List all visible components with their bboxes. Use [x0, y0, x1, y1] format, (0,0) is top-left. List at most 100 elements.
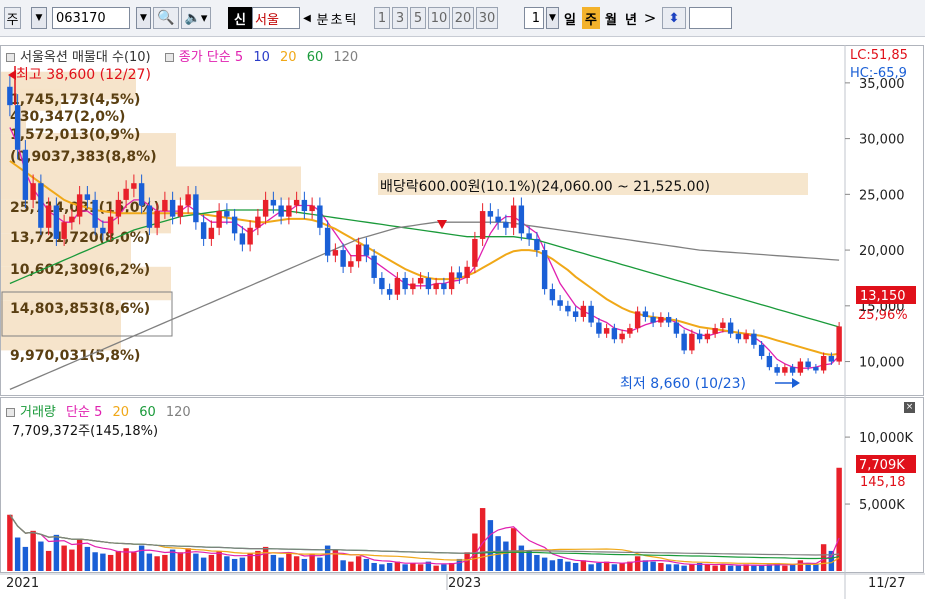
interval-30-button[interactable]: 30: [476, 7, 498, 29]
candle-body: [751, 333, 757, 345]
volume-bar: [487, 520, 494, 571]
candle-body: [487, 211, 494, 217]
volume-bar: [658, 562, 664, 571]
volume-bar: [549, 560, 556, 571]
search-icon[interactable]: 🔍: [153, 7, 179, 29]
volume-bar: [813, 564, 819, 571]
interval-10-button[interactable]: 10: [428, 7, 450, 29]
volume-profile-group: 1,745,173(4,5%)430,347(2,0%) 1,572,013(0,…: [1, 71, 808, 364]
volume-bar: [402, 564, 408, 571]
volume-profile-label: 10,602,309(6,2%): [10, 262, 150, 278]
volume-legend-toggle-icon[interactable]: [6, 408, 15, 417]
volume-profile-label: 1,572,013(0,9%): [10, 127, 140, 143]
candle-body: [534, 238, 540, 251]
candle-body: [673, 322, 680, 334]
candle-body: [720, 322, 726, 329]
ma60-label: 60: [306, 50, 324, 65]
volume-bar: [681, 565, 687, 571]
period-tick-button[interactable]: 틱: [344, 7, 357, 29]
tab-year[interactable]: 년: [622, 7, 640, 29]
stock-code-input[interactable]: 063170: [52, 7, 130, 29]
candle-body: [805, 361, 811, 368]
candle-body: [394, 277, 401, 295]
candle-body: [363, 244, 370, 256]
volume-bar: [371, 562, 377, 571]
candle-body: [456, 272, 463, 278]
volume-profile-label: (0,9037,383(8,8%): [10, 149, 157, 165]
period-minute-button[interactable]: 분: [316, 7, 329, 29]
code-dropdown-icon[interactable]: ▼: [136, 7, 151, 29]
tab-month[interactable]: 월: [602, 7, 620, 29]
volume-bar: [53, 534, 60, 571]
volume-bar: [557, 558, 563, 571]
low-arrow-icon: [792, 378, 800, 388]
period-second-button[interactable]: 초: [330, 7, 343, 29]
stock-name-field[interactable]: 서울: [252, 7, 300, 29]
candle-body: [386, 289, 393, 295]
interval-20-button[interactable]: 20: [452, 7, 474, 29]
market-label: 주: [6, 12, 19, 28]
volume-bar: [410, 562, 416, 571]
price-panel-title: 서울옥션 매물대 수(10): [20, 50, 151, 65]
volume-bar: [650, 561, 656, 571]
candle-body: [766, 355, 773, 368]
updown-arrow-icon[interactable]: ⬍: [662, 7, 686, 29]
candle-body: [441, 283, 447, 290]
candle-body: [425, 277, 432, 290]
candle-body: [348, 261, 354, 267]
candle-body: [782, 367, 788, 373]
volume-bar: [572, 562, 579, 571]
candle-body: [410, 283, 416, 290]
candle-body: [557, 300, 563, 306]
close-volume-panel-icon[interactable]: ×: [904, 402, 915, 413]
market-selector[interactable]: 주: [4, 7, 21, 29]
volume-ma120-line: [9, 514, 840, 556]
volume-group: [7, 467, 842, 571]
interval-3-button[interactable]: 3: [392, 7, 408, 29]
tab-day[interactable]: 일: [562, 7, 578, 29]
last-volume-text: 7,709,372주(145,18%): [12, 424, 159, 439]
extra-input[interactable]: [689, 7, 732, 29]
volume-bar: [355, 556, 362, 571]
price-tick-label: 20,000: [859, 244, 905, 259]
candle-body: [658, 316, 664, 323]
interval-1-button[interactable]: 1: [374, 7, 390, 29]
count-input[interactable]: 1: [524, 7, 544, 29]
candle-body: [14, 105, 21, 150]
volume-bar: [619, 562, 625, 571]
next-arrow-icon[interactable]: >: [643, 7, 657, 29]
stock-chart[interactable]: 1,745,173(4,5%)430,347(2,0%) 1,572,013(0,…: [0, 37, 925, 599]
candle-body: [627, 328, 633, 334]
volume-bar: [61, 545, 67, 571]
ma-legend-toggle-icon[interactable]: [164, 53, 174, 62]
volume-bar: [820, 544, 827, 571]
volume-bar: [30, 530, 36, 571]
high-annotation: 최고 38,600 (12/27): [16, 67, 151, 83]
candle-body: [247, 227, 253, 245]
candle-body: [309, 205, 315, 212]
volume-bar: [758, 565, 765, 571]
candle-body: [836, 326, 842, 362]
candle-body: [565, 305, 571, 312]
x-label-2021: 2021: [6, 576, 39, 591]
price-legend-toggle-icon[interactable]: [6, 53, 15, 62]
dividend-annotation: 배당락600.00원(10.1%)(24,060.00 ~ 21,525.00): [380, 179, 710, 195]
volume-bar: [510, 528, 517, 571]
count-dropdown-icon[interactable]: ▼: [546, 7, 559, 29]
volume-bar: [239, 557, 246, 571]
prev-arrow-icon[interactable]: ◀: [301, 7, 313, 29]
market-dropdown-icon[interactable]: ▼: [31, 7, 47, 29]
ma5-label: 5: [234, 50, 244, 65]
price-tick-label: 10,000: [859, 356, 905, 371]
volume-bar: [379, 564, 385, 571]
candle-body: [30, 183, 36, 200]
candle-body: [146, 205, 153, 228]
interval-5-button[interactable]: 5: [410, 7, 426, 29]
candle-body: [340, 250, 346, 267]
tab-week[interactable]: 주: [582, 7, 600, 29]
volume-bar: [588, 564, 594, 571]
volume-bar: [131, 552, 137, 571]
volume-bar: [518, 545, 525, 571]
volume-bar: [797, 560, 804, 571]
sound-icon[interactable]: 🔈▾: [181, 7, 211, 29]
